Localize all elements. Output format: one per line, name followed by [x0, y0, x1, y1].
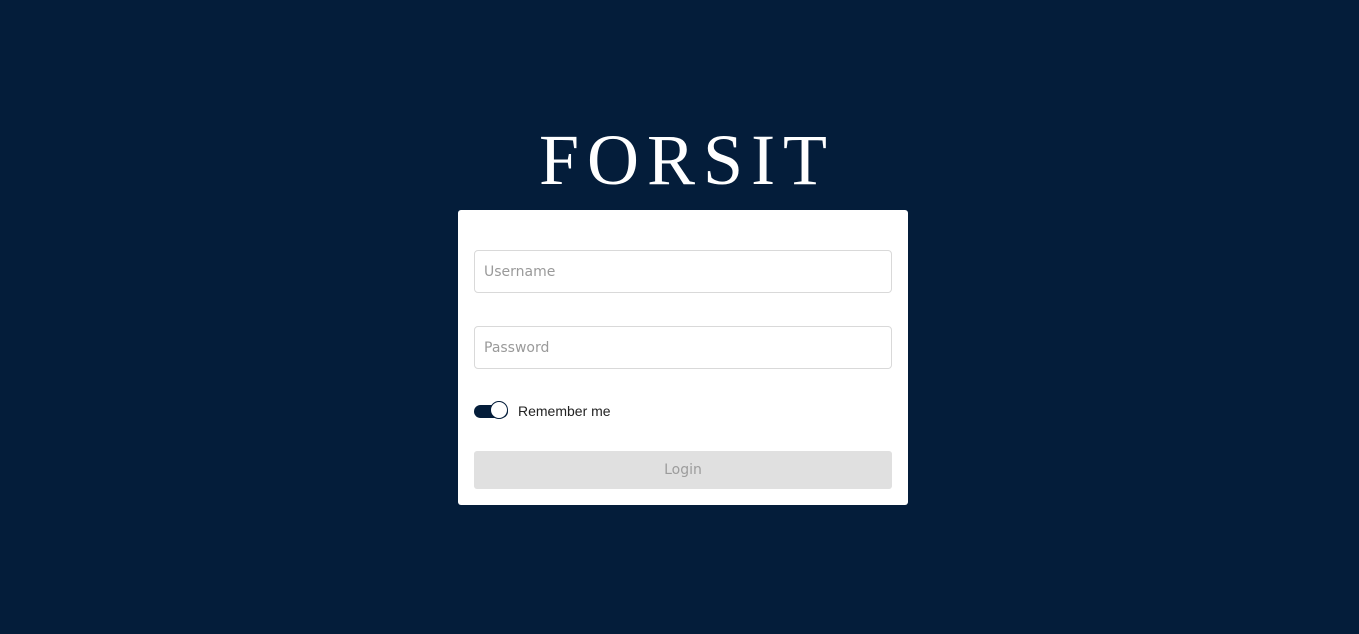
brand-logo: FORSIT	[538, 120, 836, 200]
username-input[interactable]	[474, 250, 892, 293]
remember-me-toggle[interactable]	[474, 401, 510, 421]
login-page: FORSIT Remember me Login	[0, 0, 1359, 634]
password-input[interactable]	[474, 326, 892, 369]
login-button[interactable]: Login	[474, 451, 892, 489]
remember-me-row: Remember me	[474, 400, 611, 422]
login-card: Remember me Login	[458, 210, 908, 505]
remember-me-label[interactable]: Remember me	[518, 403, 611, 419]
toggle-knob	[490, 401, 508, 419]
